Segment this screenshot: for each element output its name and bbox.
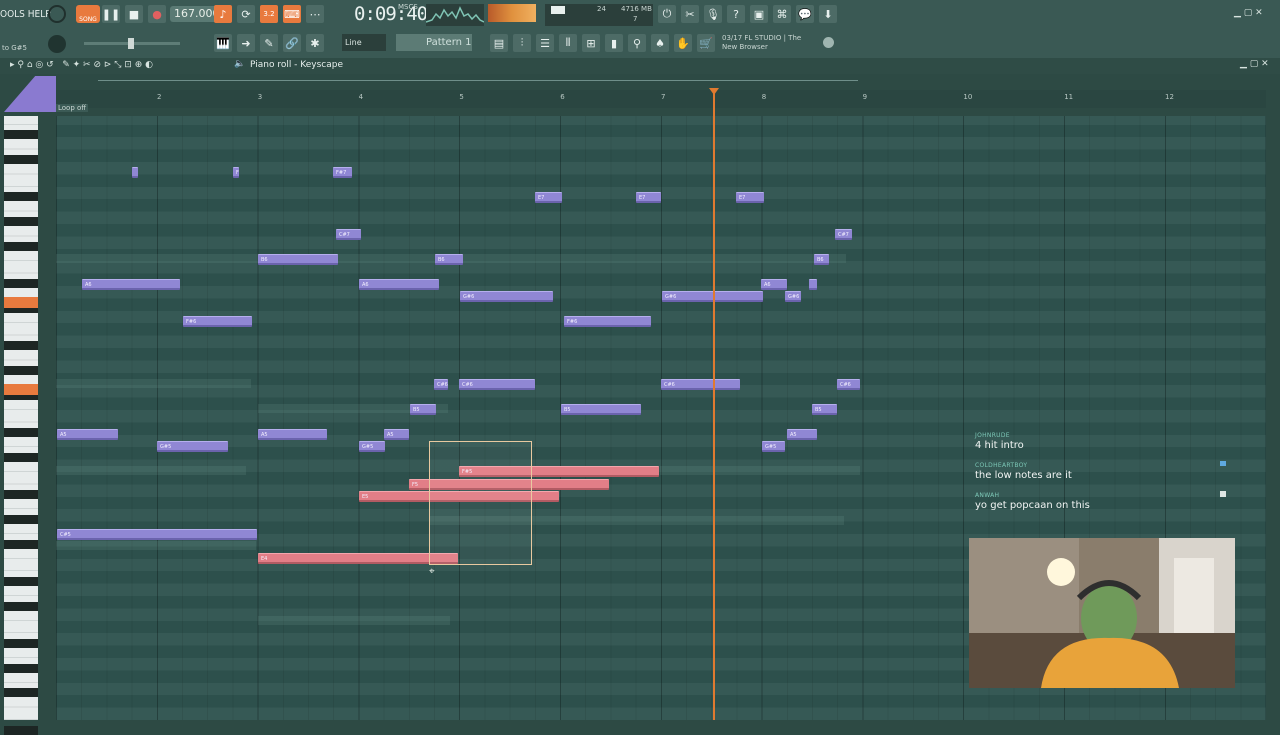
note-block[interactable]: C#7: [336, 229, 361, 240]
note-block[interactable]: E7: [636, 192, 661, 203]
note-block[interactable]: E4: [258, 553, 458, 564]
note-block[interactable]: A5: [384, 429, 409, 440]
note-block[interactable]: F#6: [564, 316, 651, 327]
note-block[interactable]: [132, 167, 138, 178]
note-block[interactable]: B6: [258, 254, 338, 265]
note-block[interactable]: B5: [812, 404, 837, 415]
chat-username: JOHNRUDE: [975, 432, 1010, 439]
note-block[interactable]: C#7: [835, 229, 852, 240]
note-block[interactable]: A6: [761, 279, 787, 290]
chat-text: 4 hit intro: [975, 440, 1024, 451]
note-block[interactable]: B6: [814, 254, 829, 265]
chat-text: the low notes are it: [975, 470, 1072, 481]
note-block[interactable]: G#5: [157, 441, 228, 452]
webcam-overlay: [969, 538, 1235, 688]
note-block[interactable]: C#6: [459, 379, 535, 390]
note-block[interactable]: G#5: [359, 441, 385, 452]
chat-message: ANWAH yo get popcaan on this: [975, 492, 1230, 511]
badge-icon: [1220, 461, 1226, 466]
note-block[interactable]: E7: [535, 192, 562, 203]
note-block[interactable]: A5: [258, 429, 327, 440]
note-block[interactable]: B5: [561, 404, 641, 415]
black-key[interactable]: [4, 725, 38, 735]
note-block[interactable]: G#6: [785, 291, 801, 302]
note-block[interactable]: F#6: [183, 316, 252, 327]
playhead-marker-icon[interactable]: [709, 88, 719, 95]
note-block[interactable]: F#7: [333, 167, 352, 178]
note-block[interactable]: A6: [359, 279, 439, 290]
badge-icon: [1220, 491, 1226, 497]
playhead-line[interactable]: [713, 90, 715, 720]
note-block[interactable]: A5: [57, 429, 118, 440]
selection-box[interactable]: [429, 441, 532, 565]
note-block[interactable]: E7: [736, 192, 764, 203]
note-block[interactable]: C#6: [661, 379, 740, 390]
webcam-image: [969, 538, 1235, 688]
cursor-icon: ⌖: [429, 566, 435, 577]
note-block[interactable]: B6: [435, 254, 463, 265]
note-block[interactable]: C#5: [57, 529, 257, 540]
chat-message: JOHNRUDE 4 hit intro: [975, 432, 1230, 451]
chat-username: COLDHEARTBOY: [975, 462, 1028, 469]
note-block[interactable]: G#5: [762, 441, 785, 452]
note-block[interactable]: C#6: [434, 379, 448, 390]
chat-text: yo get popcaan on this: [975, 500, 1090, 511]
note-block[interactable]: A6: [82, 279, 180, 290]
note-block[interactable]: A5: [787, 429, 817, 440]
note-block[interactable]: B5: [410, 404, 436, 415]
note-block[interactable]: C#6: [837, 379, 860, 390]
note-block[interactable]: F: [233, 167, 239, 178]
chat-username: ANWAH: [975, 492, 1000, 499]
chat-message: COLDHEARTBOY the low notes are it: [975, 462, 1230, 481]
note-block[interactable]: G#6: [460, 291, 553, 302]
note-block[interactable]: [809, 279, 817, 290]
